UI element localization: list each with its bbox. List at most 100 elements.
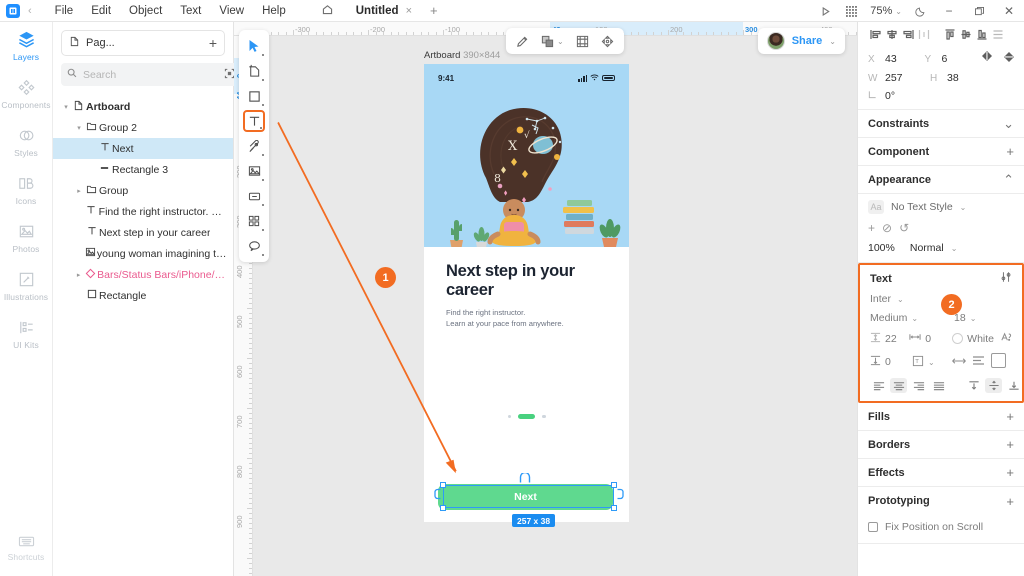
artboard-name-label[interactable]: Artboard 390×844 bbox=[424, 50, 500, 61]
rail-item-icons[interactable]: Icons bbox=[0, 174, 53, 206]
rail-item-photos[interactable]: Photos bbox=[0, 222, 53, 254]
chevron-down-icon[interactable]: ⌄ bbox=[951, 244, 958, 253]
layer-disclosure-icon[interactable]: ▾ bbox=[74, 124, 84, 132]
auto-height-icon[interactable] bbox=[972, 355, 985, 369]
button-tool[interactable] bbox=[243, 185, 265, 207]
pencil-icon[interactable] bbox=[516, 35, 529, 48]
layer-row[interactable]: ▸ Group bbox=[53, 180, 233, 201]
rail-item-shortcuts[interactable]: Shortcuts bbox=[0, 534, 53, 562]
boolean-ops-icon[interactable]: ⌄ bbox=[541, 35, 564, 48]
search-input[interactable] bbox=[83, 68, 218, 81]
flip-horizontal-icon[interactable] bbox=[981, 51, 993, 66]
distribute-icon[interactable] bbox=[601, 35, 614, 48]
artboard[interactable]: 9:41 X √ 8 Next step in your career Find… bbox=[424, 64, 629, 522]
close-button[interactable]: ✕ bbox=[994, 0, 1024, 22]
grid-tool[interactable] bbox=[243, 210, 265, 232]
layer-row[interactable]: Next bbox=[53, 138, 233, 159]
add-fill-button[interactable]: + bbox=[1006, 409, 1014, 424]
add-page-button[interactable]: + bbox=[209, 35, 217, 51]
search-box[interactable] bbox=[61, 63, 241, 86]
moon-icon[interactable] bbox=[908, 0, 934, 22]
fix-position-row[interactable]: Fix Position on Scroll bbox=[858, 515, 1024, 543]
chevron-down-icon[interactable]: ⌄ bbox=[557, 37, 564, 46]
layer-row[interactable]: Rectangle 3 bbox=[53, 159, 233, 180]
align-text-left-button[interactable] bbox=[870, 378, 887, 393]
auto-width-icon[interactable] bbox=[951, 355, 967, 369]
valign-middle-button[interactable] bbox=[985, 378, 1002, 393]
zoom-control[interactable]: 75% ⌄ bbox=[864, 5, 908, 17]
new-tab-button[interactable]: + bbox=[430, 3, 438, 18]
mask-icon[interactable] bbox=[576, 35, 589, 48]
pen-tool[interactable] bbox=[243, 135, 265, 157]
resize-left-icon[interactable] bbox=[434, 488, 443, 503]
rail-item-styles[interactable]: Styles bbox=[0, 126, 53, 158]
fix-position-checkbox[interactable] bbox=[868, 522, 878, 532]
page-selector[interactable]: Pag... + bbox=[61, 30, 225, 56]
align-left-button[interactable] bbox=[868, 29, 884, 43]
menu-edit[interactable]: Edit bbox=[82, 3, 120, 19]
y-field[interactable]: Y 6 bbox=[925, 53, 982, 65]
rotation-field[interactable]: 0° bbox=[868, 90, 930, 102]
add-component-button[interactable]: + bbox=[1006, 144, 1014, 159]
rail-item-illustrations[interactable]: Illustrations bbox=[0, 270, 53, 302]
layer-row[interactable]: Next step in your career bbox=[53, 222, 233, 243]
section-prototyping[interactable]: Prototyping + bbox=[858, 487, 1024, 515]
preview-play-icon[interactable] bbox=[812, 0, 838, 22]
menu-object[interactable]: Object bbox=[120, 3, 171, 19]
rail-item-components[interactable]: Components bbox=[0, 78, 53, 110]
valign-bottom-button[interactable] bbox=[1005, 378, 1022, 393]
text-style-row[interactable]: Aa No Text Style ⌄ bbox=[868, 200, 1014, 214]
grid-icon[interactable] bbox=[838, 0, 864, 22]
flip-vertical-icon[interactable] bbox=[1004, 51, 1014, 66]
section-constraints[interactable]: Constraints ⌄ bbox=[858, 110, 1024, 138]
align-text-right-button[interactable] bbox=[910, 378, 927, 393]
comment-tool[interactable] bbox=[243, 235, 265, 257]
back-button[interactable]: ‹ bbox=[28, 5, 32, 17]
maximize-button[interactable] bbox=[964, 0, 994, 22]
align-center-v-button[interactable] bbox=[958, 29, 974, 43]
selection-handle-bl[interactable] bbox=[440, 505, 446, 511]
width-field[interactable]: W 257 bbox=[868, 72, 930, 84]
layer-row[interactable]: ▾ Artboard bbox=[53, 96, 233, 117]
section-effects[interactable]: Effects + bbox=[858, 459, 1024, 487]
section-appearance[interactable]: Appearance ⌃ bbox=[858, 166, 1024, 194]
section-component[interactable]: Component + bbox=[858, 138, 1024, 166]
line-height-field[interactable]: 22 bbox=[870, 332, 903, 346]
align-text-justify-button[interactable] bbox=[930, 378, 947, 393]
rectangle-tool[interactable] bbox=[243, 85, 265, 107]
selection-handle-br[interactable] bbox=[611, 505, 617, 511]
opacity-value[interactable]: 100% bbox=[868, 242, 895, 254]
resize-right-icon[interactable] bbox=[615, 488, 624, 503]
chevron-down-icon[interactable]: ⌄ bbox=[928, 358, 935, 367]
layer-row[interactable]: Find the right instructor. Lea bbox=[53, 201, 233, 222]
image-tool[interactable] bbox=[243, 160, 265, 182]
menu-view[interactable]: View bbox=[210, 3, 253, 19]
align-center-h-button[interactable] bbox=[884, 29, 900, 43]
chevron-down-icon[interactable]: ⌄ bbox=[960, 203, 967, 212]
fixed-size-icon[interactable] bbox=[991, 353, 1006, 371]
chevron-up-icon[interactable]: ⌃ bbox=[1003, 172, 1014, 188]
chevron-down-icon[interactable]: ⌄ bbox=[829, 37, 836, 46]
paragraph-spacing-field[interactable]: 0 bbox=[870, 355, 906, 369]
layer-row[interactable]: ▾ Group 2 bbox=[53, 117, 233, 138]
minimize-button[interactable]: − bbox=[934, 0, 964, 22]
align-top-button[interactable] bbox=[942, 29, 958, 43]
menu-text[interactable]: Text bbox=[171, 3, 210, 19]
add-prototype-button[interactable]: + bbox=[1006, 494, 1014, 509]
add-style-button[interactable]: + bbox=[868, 221, 875, 235]
tab-close-icon[interactable]: × bbox=[406, 5, 412, 17]
layer-disclosure-icon[interactable]: ▸ bbox=[74, 271, 83, 279]
letter-spacing-field[interactable]: 0 bbox=[909, 332, 946, 345]
layer-disclosure-icon[interactable]: ▾ bbox=[61, 103, 71, 111]
align-text-center-button[interactable] bbox=[890, 378, 907, 393]
layer-row[interactable]: Rectangle bbox=[53, 285, 233, 306]
section-fills[interactable]: Fills + bbox=[858, 403, 1024, 431]
add-effect-button[interactable]: + bbox=[1006, 465, 1014, 480]
font-weight-field[interactable]: Medium ⌄ bbox=[870, 312, 948, 324]
add-border-button[interactable]: + bbox=[1006, 437, 1014, 452]
home-icon[interactable] bbox=[321, 3, 334, 19]
height-field[interactable]: H 38 bbox=[930, 72, 992, 84]
cursor-tool[interactable] bbox=[243, 35, 265, 57]
distribute-v-button[interactable] bbox=[990, 29, 1006, 43]
menu-help[interactable]: Help bbox=[253, 3, 295, 19]
